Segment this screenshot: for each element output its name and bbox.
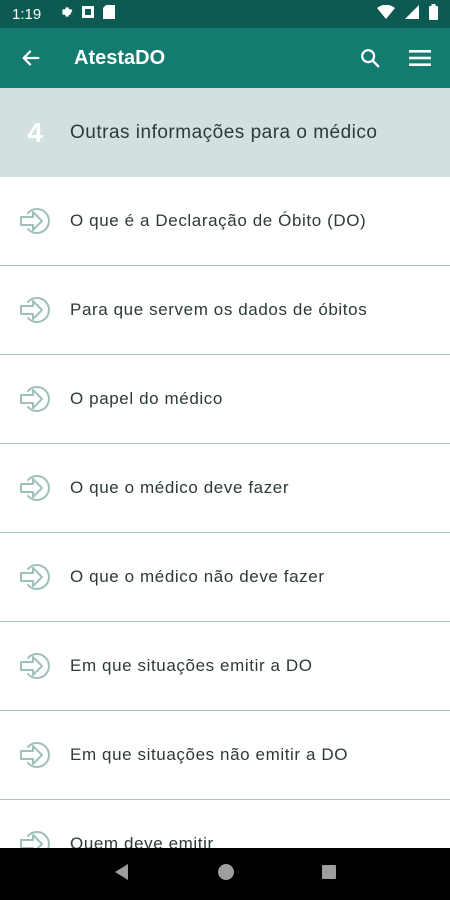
list-item-label: Em que situações emitir a DO: [70, 656, 313, 675]
status-left: 1:19: [12, 4, 116, 24]
settings-icon: [59, 5, 73, 24]
menu-button[interactable]: [406, 44, 434, 72]
list-item[interactable]: O que o médico não deve fazer: [0, 533, 450, 622]
topic-list: O que é a Declaração de Óbito (DO) Para …: [0, 177, 450, 889]
status-right: [377, 3, 438, 25]
list-item[interactable]: Em que situações não emitir a DO: [0, 711, 450, 800]
notification-icon: [81, 5, 95, 24]
list-item-label: O que o médico não deve fazer: [70, 567, 325, 586]
menu-icon: [409, 50, 431, 66]
wifi-icon: [377, 4, 395, 24]
list-item[interactable]: O que é a Declaração de Óbito (DO): [0, 177, 450, 266]
battery-icon: [429, 3, 438, 25]
arrow-enter-icon: [0, 204, 70, 238]
back-button[interactable]: [16, 43, 46, 73]
list-item[interactable]: Em que situações emitir a DO: [0, 622, 450, 711]
arrow-enter-icon: [0, 738, 70, 772]
arrow-enter-icon: [0, 560, 70, 594]
arrow-enter-icon: [0, 471, 70, 505]
search-button[interactable]: [356, 44, 384, 72]
system-nav-bar: [0, 848, 450, 900]
list-item-label: O papel do médico: [70, 389, 223, 408]
home-circle-icon[interactable]: [217, 863, 235, 886]
arrow-enter-icon: [0, 382, 70, 416]
section-title: Outras informações para o médico: [70, 121, 378, 143]
search-icon: [361, 49, 380, 68]
signal-icon: [405, 4, 419, 24]
arrow-back-icon: [22, 50, 40, 66]
arrow-enter-icon: [0, 649, 70, 683]
list-item[interactable]: O que o médico deve fazer: [0, 444, 450, 533]
status-bar: 1:19: [0, 0, 450, 28]
status-time: 1:19: [12, 5, 42, 23]
app-title: AtestaDO: [74, 46, 166, 69]
list-item[interactable]: O papel do médico: [0, 355, 450, 444]
section-number: 4: [27, 116, 43, 148]
list-item-label: Em que situações não emitir a DO: [70, 745, 349, 764]
arrow-enter-icon: [0, 293, 70, 327]
app-bar: AtestaDO: [0, 28, 450, 88]
list-item-label: Para que servem os dados de óbitos: [70, 300, 368, 319]
recents-square-icon[interactable]: [321, 864, 337, 885]
sd-card-icon: [103, 4, 116, 24]
list-item[interactable]: Para que servem os dados de óbitos: [0, 266, 450, 355]
list-item-label: O que é a Declaração de Óbito (DO): [70, 211, 367, 230]
list-item-label: O que o médico deve fazer: [70, 478, 290, 497]
section-header: 4 Outras informações para o médico: [0, 88, 450, 177]
back-triangle-icon[interactable]: [113, 863, 131, 886]
app-actions: [356, 44, 434, 72]
